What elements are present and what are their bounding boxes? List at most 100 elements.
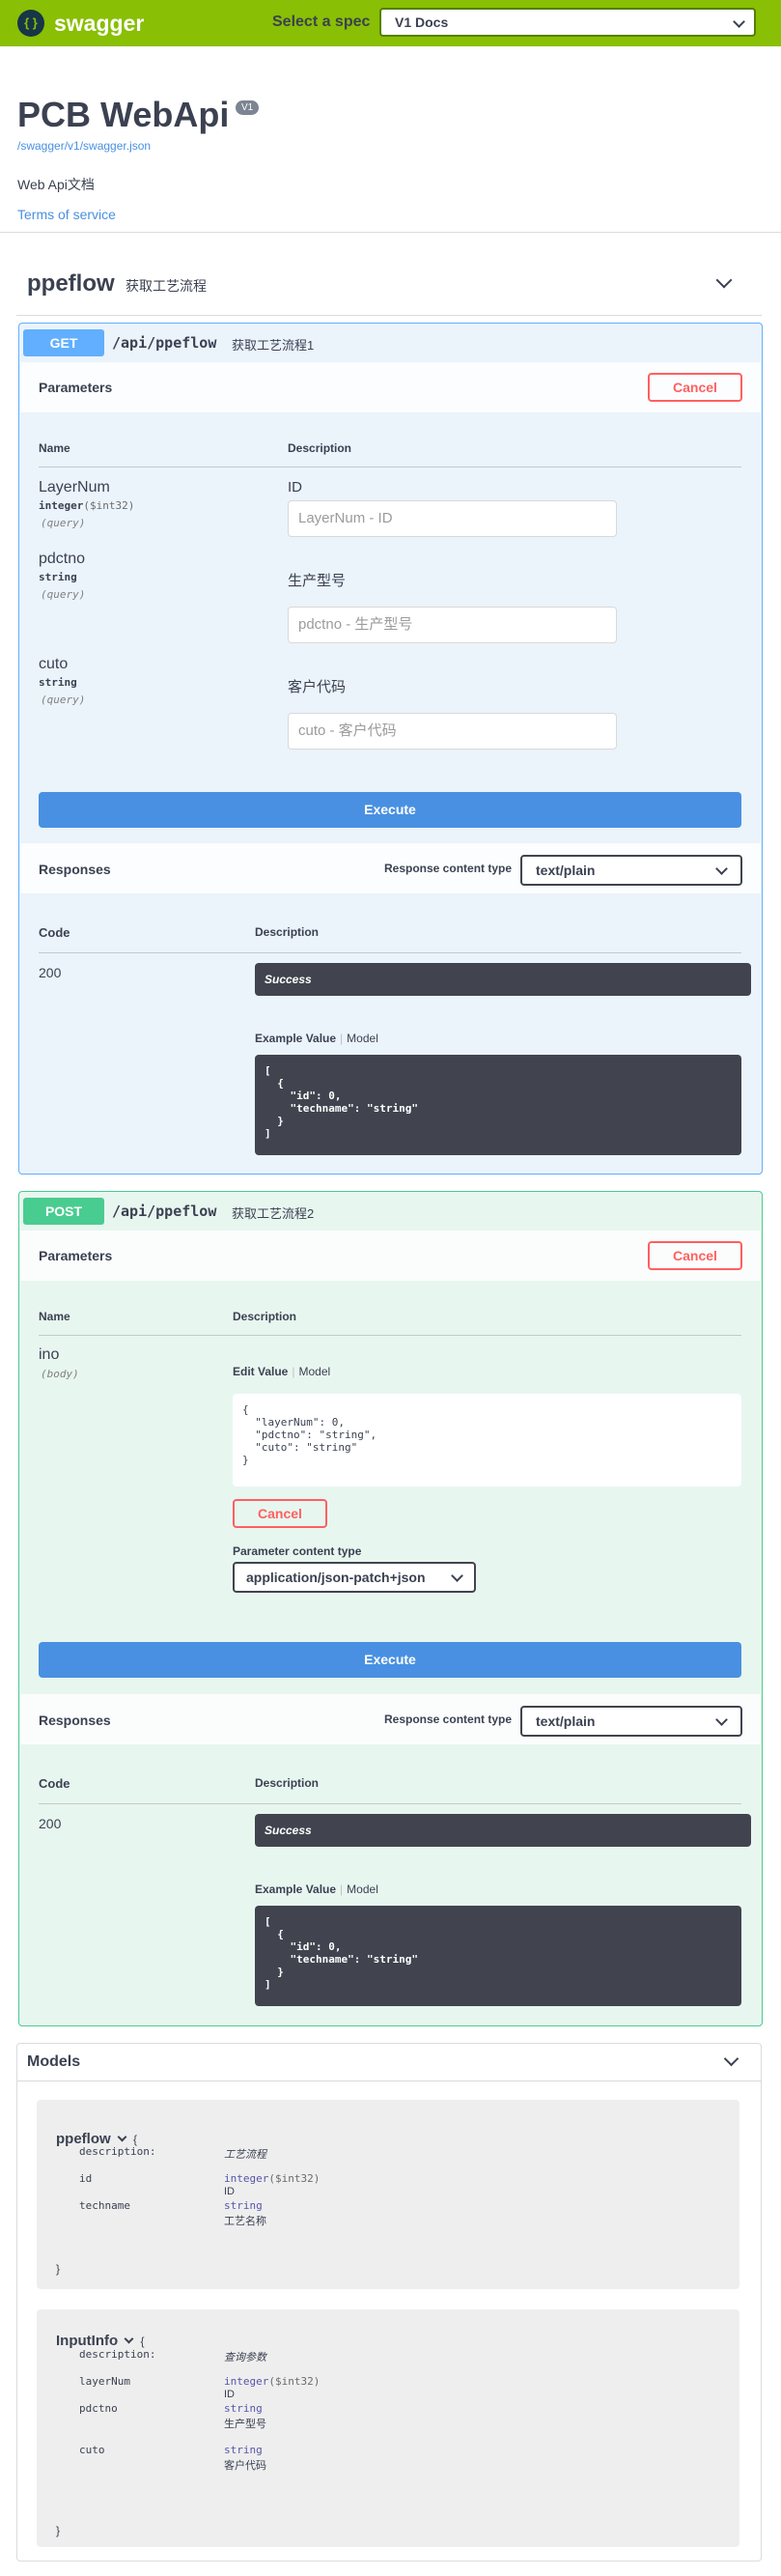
get-code-header: Code: [39, 925, 70, 940]
edit-value-tab[interactable]: Edit Value: [233, 1365, 288, 1378]
prop-type: string: [224, 2199, 263, 2212]
prop-type: integer($int32): [224, 2375, 321, 2388]
prop-type: integer($int32): [224, 2172, 321, 2185]
model-name[interactable]: InputInfo {: [56, 2333, 145, 2349]
parameter-content-type-value: application/json-patch+json: [246, 1570, 426, 1585]
divider: [39, 952, 741, 953]
chevron-down-icon[interactable]: [117, 2132, 127, 2142]
param-location: (body): [41, 1368, 79, 1380]
response-success-description: Success: [255, 963, 751, 996]
chevron-down-icon[interactable]: [723, 2051, 739, 2067]
layernum-input[interactable]: LayerNum - ID: [288, 500, 617, 537]
models-section: Models ppeflow { description: 工艺流程 id in…: [16, 2043, 762, 2562]
example-json: [ { "id": 0, "techname": "string" } ]: [265, 1064, 418, 1140]
post-operation-path[interactable]: /api/ppeflow: [112, 1203, 216, 1220]
get-cancel-button[interactable]: Cancel: [648, 373, 742, 402]
example-json-block: [ { "id": 0, "techname": "string" } ]: [255, 1055, 741, 1155]
param-location: (query): [41, 694, 86, 706]
response-success-description: Success: [255, 1814, 751, 1847]
page-title: PCB WebApi: [17, 95, 230, 134]
param-location: (query): [41, 517, 86, 529]
edit-model-tabs: Edit Value | Model: [233, 1365, 331, 1378]
topbar: { } swagger Select a spec V1 Docs: [0, 0, 781, 46]
get-operation-block: GET /api/ppeflow 获取工艺流程1 Parameters Canc…: [18, 323, 763, 1175]
response-content-type-select[interactable]: text/plain: [520, 1706, 742, 1737]
param-description: ID: [288, 479, 302, 495]
parameter-content-type-label: Parameter content type: [233, 1544, 362, 1558]
response-content-type-select[interactable]: text/plain: [520, 855, 742, 886]
post-cancel-button[interactable]: Cancel: [648, 1241, 742, 1270]
post-method-badge[interactable]: POST: [23, 1198, 104, 1225]
prop-desc: ID: [224, 2186, 235, 2197]
model-ppeflow: ppeflow { description: 工艺流程 id integer($…: [37, 2100, 739, 2289]
chevron-down-icon[interactable]: [715, 271, 733, 289]
response-code: 200: [39, 965, 62, 980]
spec-select[interactable]: V1 Docs: [379, 8, 756, 37]
pdctno-input[interactable]: pdctno - 生产型号: [288, 607, 617, 643]
get-parameters-title: Parameters: [39, 380, 113, 395]
divider: [39, 1803, 741, 1804]
cuto-input[interactable]: cuto - 客户代码: [288, 713, 617, 750]
prop-desc: 工艺名称: [224, 2216, 266, 2227]
param-description: 生产型号: [288, 573, 347, 589]
prop-type: string: [224, 2444, 263, 2456]
prop-desc: ID: [224, 2389, 235, 2400]
body-editor[interactable]: { "layerNum": 0, "pdctno": "string", "cu…: [233, 1394, 741, 1486]
post-code-header: Code: [39, 1776, 70, 1791]
divider: [0, 232, 781, 233]
example-model-tabs: Example Value | Model: [255, 1032, 378, 1045]
terms-of-service-link[interactable]: Terms of service: [17, 207, 116, 222]
model-close-brace: }: [56, 2524, 61, 2537]
chevron-down-icon[interactable]: [124, 2334, 134, 2344]
chevron-down-icon: [451, 1570, 463, 1582]
get-operation-summary: 获取工艺流程1: [232, 338, 315, 353]
parameter-content-type-select[interactable]: application/json-patch+json: [233, 1562, 476, 1593]
example-value-tab[interactable]: Example Value: [255, 1882, 336, 1896]
model-tab[interactable]: Model: [298, 1365, 330, 1378]
param-type: string: [39, 676, 77, 689]
body-cancel-button[interactable]: Cancel: [233, 1499, 327, 1528]
param-location: (query): [41, 588, 86, 601]
example-model-tabs: Example Value | Model: [255, 1882, 378, 1896]
get-execute-button[interactable]: Execute: [39, 792, 741, 828]
example-value-tab[interactable]: Example Value: [255, 1032, 336, 1045]
divider: [39, 1335, 741, 1336]
swagger-logo-text[interactable]: swagger: [54, 11, 144, 37]
post-parameters-title: Parameters: [39, 1248, 113, 1263]
example-json-block: [ { "id": 0, "techname": "string" } ]: [255, 1906, 741, 2006]
model-description-key: description:: [79, 2145, 156, 2158]
param-type: integer($int32): [39, 499, 135, 512]
model-tab[interactable]: Model: [347, 1032, 378, 1045]
post-operation-summary: 获取工艺流程2: [232, 1206, 315, 1221]
response-content-type-value: text/plain: [536, 863, 596, 878]
prop-key: pdctno: [79, 2402, 118, 2415]
spec-url-link[interactable]: /swagger/v1/swagger.json: [17, 139, 151, 153]
get-desc-header: Description: [255, 925, 320, 939]
chevron-down-icon: [715, 1713, 728, 1726]
post-col-name: Name: [39, 1310, 70, 1323]
model-description: 查询参数: [224, 2352, 266, 2364]
tag-name: ppeflow: [27, 270, 115, 297]
chevron-down-icon: [733, 15, 745, 28]
param-name: pdctno: [39, 551, 86, 567]
prop-key: layerNum: [79, 2375, 130, 2388]
param-description: 客户代码: [288, 679, 347, 695]
get-col-description: Description: [288, 441, 352, 455]
tag-description: 获取工艺流程: [126, 278, 207, 294]
swagger-logo-icon[interactable]: { }: [17, 10, 44, 37]
model-close-brace: }: [56, 2262, 61, 2276]
param-name: ino: [39, 1346, 60, 1363]
prop-key: id: [79, 2172, 93, 2185]
response-content-type-label: Response content type: [384, 1713, 513, 1726]
response-content-type-value: text/plain: [536, 1713, 596, 1729]
prop-key: cuto: [79, 2444, 105, 2456]
models-title[interactable]: Models: [27, 2053, 80, 2071]
get-operation-path[interactable]: /api/ppeflow: [112, 334, 216, 352]
model-tab[interactable]: Model: [347, 1882, 378, 1896]
post-execute-button[interactable]: Execute: [39, 1642, 741, 1678]
api-description: Web Api文档: [17, 177, 95, 192]
post-operation-block: POST /api/ppeflow 获取工艺流程2 Parameters Can…: [18, 1191, 763, 2026]
divider: [16, 315, 762, 316]
prop-desc: 客户代码: [224, 2460, 266, 2472]
get-method-badge[interactable]: GET: [23, 329, 104, 356]
